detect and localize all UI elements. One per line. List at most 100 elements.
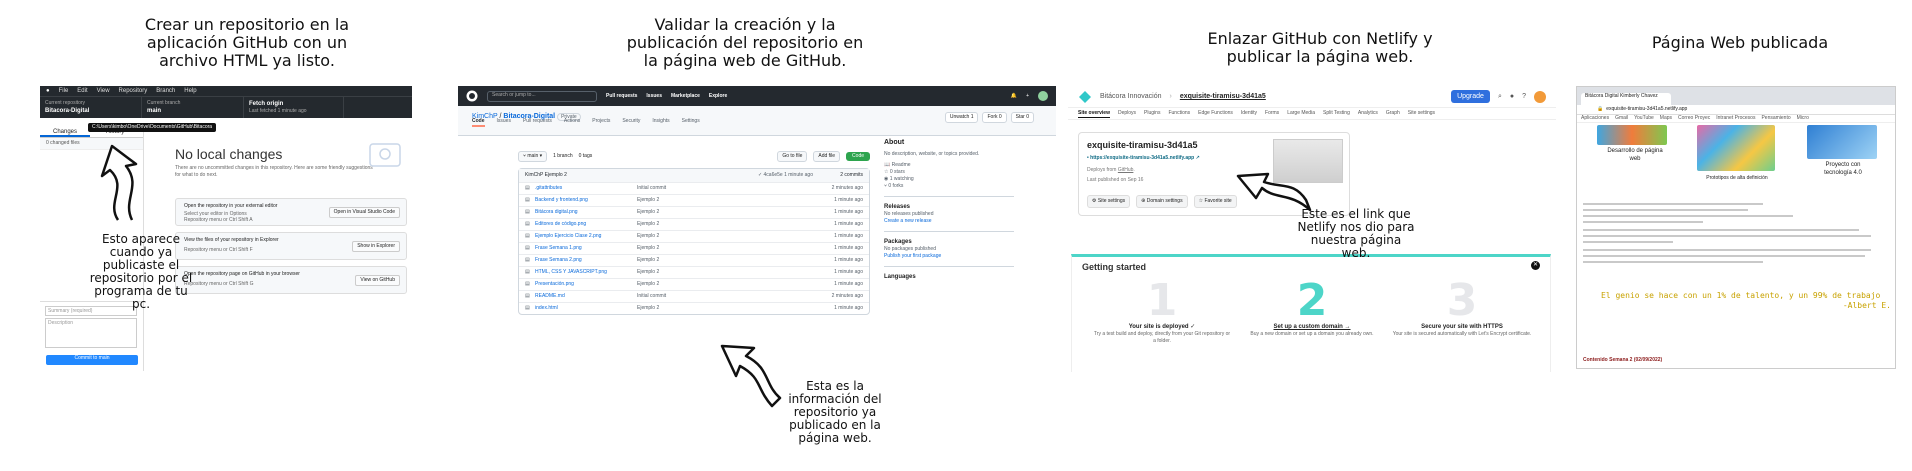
site-name-breadcrumb[interactable]: exquisite-tiramisu-3d41a5 <box>1180 92 1266 101</box>
search-icon[interactable]: ⌕ <box>1498 92 1502 101</box>
nav-large-media[interactable]: Large Media <box>1287 110 1315 117</box>
fetch-origin-button[interactable]: Fetch origin Last fetched 1 minute ago <box>244 97 344 118</box>
github-logo-icon[interactable] <box>466 90 478 102</box>
current-branch-selector[interactable]: Current branch main <box>142 97 244 118</box>
bookmark-correo[interactable]: Correo Proyec <box>1678 115 1710 122</box>
nav-marketplace[interactable]: Marketplace <box>671 93 700 100</box>
close-icon[interactable]: ✕ <box>1531 261 1540 270</box>
file-row[interactable]: ▤ HTML, CSS Y JAVASCRIPT.png Ejemplo 2 1 mi… <box>519 266 869 278</box>
file-row[interactable]: ▤ Backend y frontend.png Ejemplo 2 1 minute… <box>519 194 869 206</box>
nav-graph[interactable]: Graph <box>1386 110 1400 117</box>
file-name[interactable]: README.md <box>535 293 637 300</box>
menu-view[interactable]: View <box>97 87 110 95</box>
fork-button[interactable]: Fork 0 <box>982 112 1007 123</box>
bookmark-apps[interactable]: Aplicaciones <box>1581 115 1609 122</box>
custom-domain-link[interactable]: Set up a custom domain → <box>1242 323 1382 331</box>
help-icon[interactable]: ? <box>1522 92 1526 101</box>
tab-code[interactable]: Code <box>472 118 485 127</box>
tab-pull-requests[interactable]: Pull requests <box>523 118 552 127</box>
file-row[interactable]: ▤ README.md Initial commit 2 minutes ago <box>519 290 869 302</box>
nav-forms[interactable]: Forms <box>1265 110 1279 117</box>
menu-file[interactable]: File <box>59 87 69 95</box>
tab-actions[interactable]: Actions <box>564 118 580 127</box>
tab-projects[interactable]: Projects <box>592 118 610 127</box>
file-commit-msg[interactable]: Initial commit <box>637 185 803 192</box>
file-commit-msg[interactable]: Ejemplo 2 <box>637 209 803 216</box>
file-row[interactable]: ▤ Ejemplo Ejercicio Clase 2.png Ejemplo 2 1… <box>519 230 869 242</box>
domain-settings-button[interactable]: ⊕ Domain settings <box>1136 195 1188 208</box>
star-button[interactable]: Star 0 <box>1010 112 1034 123</box>
file-row[interactable]: ▤ Frase Semana 1.png Ejemplo 2 1 minute ago <box>519 242 869 254</box>
add-file-button[interactable]: Add file <box>813 150 841 162</box>
description-input[interactable]: Description <box>45 318 137 348</box>
menu-branch[interactable]: Branch <box>156 87 175 95</box>
search-input[interactable]: Search or jump to... <box>487 90 597 102</box>
bookmark-youtube[interactable]: YouTube <box>1634 115 1654 122</box>
view-on-github-button[interactable]: View on GitHub <box>355 275 400 286</box>
about-watching[interactable]: ◉ 1 watching <box>884 176 1014 183</box>
file-commit-msg[interactable]: Ejemplo 2 <box>637 281 803 288</box>
file-name[interactable]: Editores de código.png <box>535 221 637 228</box>
upgrade-button[interactable]: Upgrade <box>1451 90 1490 103</box>
file-row[interactable]: ▤ Frase Semana 2.png Ejemplo 2 1 minute ago <box>519 254 869 266</box>
current-repository-selector[interactable]: Current repository Bitacora-Digital <box>40 97 142 118</box>
file-row[interactable]: ▤ Bitácora digital.png Ejemplo 2 1 minute a… <box>519 206 869 218</box>
nav-site-overview[interactable]: Site overview <box>1078 110 1110 118</box>
commit-button[interactable]: Commit to main <box>46 355 138 365</box>
open-in-vscode-button[interactable]: Open in Visual Studio Code <box>328 207 400 218</box>
site-settings-button[interactable]: ⚙ Site settings <box>1087 195 1131 208</box>
about-forks[interactable]: ⑂ 0 forks <box>884 183 1014 190</box>
deploys-source-link[interactable]: GitHub <box>1118 167 1134 173</box>
about-stars[interactable]: ☆ 0 stars <box>884 169 1014 176</box>
tab-insights[interactable]: Insights <box>652 118 669 127</box>
file-commit-msg[interactable]: Ejemplo 2 <box>637 305 803 312</box>
nav-deploys[interactable]: Deploys <box>1118 110 1136 117</box>
nav-edge-functions[interactable]: Edge Functions <box>1198 110 1233 117</box>
tags-link[interactable]: 0 tags <box>579 153 593 160</box>
create-release-link[interactable]: Create a new release <box>884 218 1014 225</box>
file-name[interactable]: .gitattributes <box>535 185 637 192</box>
file-name[interactable]: index.html <box>535 305 637 312</box>
file-name[interactable]: Backend y frontend.png <box>535 197 637 204</box>
code-button[interactable]: Code <box>846 151 870 161</box>
file-row[interactable]: ▤ .gitattributes Initial commit 2 minutes a… <box>519 182 869 194</box>
bookmark-micro[interactable]: Micro <box>1797 115 1809 122</box>
file-commit-msg[interactable]: Ejemplo 2 <box>637 269 803 276</box>
file-name[interactable]: Presentación.png <box>535 281 637 288</box>
plus-icon[interactable]: + <box>1026 93 1029 100</box>
netlify-logo-icon[interactable] <box>1078 90 1092 104</box>
file-commit-msg[interactable]: Ejemplo 2 <box>637 233 803 240</box>
nav-split-testing[interactable]: Split Testing <box>1323 110 1350 117</box>
tab-settings[interactable]: Settings <box>682 118 700 127</box>
unwatch-button[interactable]: Unwatch 1 <box>944 112 979 123</box>
tab-security[interactable]: Security <box>622 118 640 127</box>
bookmark-maps[interactable]: Maps <box>1660 115 1672 122</box>
file-commit-msg[interactable]: Ejemplo 2 <box>637 197 803 204</box>
address-bar[interactable]: 🔒 exquisite-tiramisu-3d41a5.netlify.app <box>1577 105 1895 115</box>
avatar[interactable] <box>1534 90 1546 103</box>
tab-issues[interactable]: Issues <box>497 118 511 127</box>
nav-identity[interactable]: Identity <box>1241 110 1257 117</box>
file-row[interactable]: ▤ Editores de código.png Ejemplo 2 1 minute… <box>519 218 869 230</box>
avatar[interactable] <box>1038 91 1048 101</box>
file-commit-msg[interactable]: Ejemplo 2 <box>637 221 803 228</box>
bell-icon[interactable]: 🔔 <box>1011 93 1017 100</box>
menu-edit[interactable]: Edit <box>77 87 87 95</box>
tab-changes[interactable]: Changes <box>40 128 90 137</box>
file-row[interactable]: ▤ Presentación.png Ejemplo 2 1 minute ago <box>519 278 869 290</box>
favorite-site-button[interactable]: ☆ Favorite site <box>1193 195 1237 208</box>
file-commit-msg[interactable]: Ejemplo 2 <box>637 245 803 252</box>
nav-explore[interactable]: Explore <box>709 93 727 100</box>
file-name[interactable]: Frase Semana 2.png <box>535 257 637 264</box>
about-readme[interactable]: 📖 Readme <box>884 162 1014 169</box>
bookmark-gmail[interactable]: Gmail <box>1615 115 1628 122</box>
nav-pull-requests[interactable]: Pull requests <box>606 93 637 100</box>
file-name[interactable]: Frase Semana 1.png <box>535 245 637 252</box>
nav-site-settings[interactable]: Site settings <box>1408 110 1435 117</box>
commit-count[interactable]: 2 commits <box>813 172 863 179</box>
nav-analytics[interactable]: Analytics <box>1358 110 1378 117</box>
nav-plugins[interactable]: Plugins <box>1144 110 1160 117</box>
file-commit-msg[interactable]: Ejemplo 2 <box>637 257 803 264</box>
bookmark-pensamiento[interactable]: Pensamiento <box>1761 115 1790 122</box>
file-name[interactable]: HTML, CSS Y JAVASCRIPT.png <box>535 269 637 276</box>
